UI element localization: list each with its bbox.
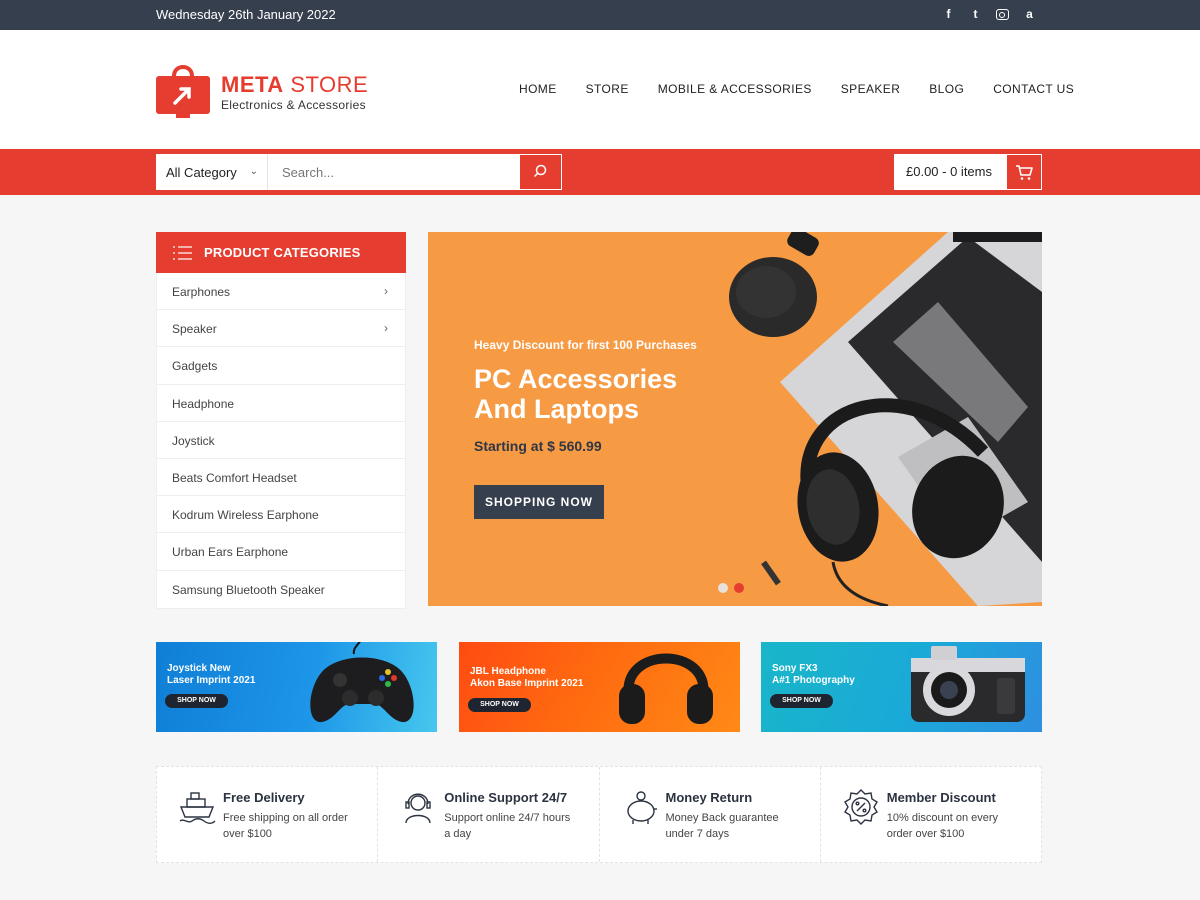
youtube-icon[interactable]: a bbox=[1023, 7, 1036, 21]
feature-online-support: Online Support 24/7 Support online 24/7 … bbox=[378, 767, 600, 862]
feature-description: 10% discount on every order over $100 bbox=[886, 812, 999, 840]
category-item-gadgets[interactable]: Gadgets bbox=[157, 347, 405, 385]
category-item-urban-ears-earphone[interactable]: Urban Ears Earphone bbox=[157, 533, 405, 571]
category-item-earphones[interactable]: Earphones › bbox=[157, 273, 405, 311]
search-input[interactable] bbox=[268, 154, 519, 190]
chevron-right-icon: › bbox=[384, 321, 388, 336]
brand-tagline: Electronics & Accessories bbox=[221, 98, 366, 112]
promo-shop-now-button[interactable]: SHOP NOW bbox=[165, 694, 228, 708]
hero-price: Starting at $ 560.99 bbox=[474, 438, 602, 454]
promo-text: Sony FX3 A#1 Photography bbox=[772, 663, 855, 686]
feature-title: Member Discount bbox=[886, 790, 996, 805]
gamepad-icon bbox=[310, 642, 414, 723]
shopping-bag-logo-icon[interactable] bbox=[156, 60, 210, 120]
hero-kicker: Heavy Discount for first 100 Purchases bbox=[474, 338, 697, 352]
nav-mobile-accessories[interactable]: MOBILE & ACCESSORIES bbox=[658, 82, 812, 96]
feature-title: Online Support 24/7 bbox=[444, 790, 568, 805]
nav-contact-us[interactable]: CONTACT US bbox=[993, 82, 1074, 96]
category-item-beats-comfort-headset[interactable]: Beats Comfort Headset bbox=[157, 459, 405, 497]
promo-text: Joystick New Laser Imprint 2021 bbox=[167, 663, 256, 686]
category-item-kodrum-wireless-earphone[interactable]: Kodrum Wireless Earphone bbox=[157, 496, 405, 534]
discount-badge-icon bbox=[843, 789, 878, 825]
list-menu-icon bbox=[173, 246, 192, 260]
promo-text: JBL Headphone Akon Base Imprint 2021 bbox=[470, 666, 584, 689]
top-bar: Wednesday 26th January 2022 f t a bbox=[0, 0, 1200, 30]
product-categories-header: PRODUCT CATEGORIES bbox=[156, 232, 406, 273]
shopping-now-button[interactable]: SHOPPING NOW bbox=[474, 485, 604, 519]
slider-dot-2[interactable] bbox=[734, 583, 744, 593]
feature-title: Free Delivery bbox=[223, 790, 305, 805]
current-date: Wednesday 26th January 2022 bbox=[156, 7, 336, 22]
promo-banner-joystick[interactable]: Joystick New Laser Imprint 2021 SHOP NOW bbox=[156, 642, 437, 732]
nav-home[interactable]: HOME bbox=[519, 82, 557, 96]
site-header: META STORE Electronics & Accessories HOM… bbox=[0, 30, 1200, 149]
cart-icon bbox=[1016, 165, 1033, 180]
category-select-value: All Category bbox=[166, 165, 237, 180]
feature-description: Money Back guarantee under 7 days bbox=[665, 812, 779, 840]
search-bar-strip: All Category ⌄ £0.00 - 0 items bbox=[0, 149, 1200, 195]
category-item-speaker[interactable]: Speaker › bbox=[157, 310, 405, 348]
feature-money-return: Money Return Money Back guarantee under … bbox=[600, 767, 821, 862]
category-item-headphone[interactable]: Headphone bbox=[157, 385, 405, 422]
cart-button[interactable] bbox=[1006, 154, 1042, 190]
twitter-icon[interactable]: t bbox=[969, 7, 982, 21]
category-item-joystick[interactable]: Joystick bbox=[157, 422, 405, 459]
slider-dots bbox=[718, 583, 744, 593]
product-categories-panel: PRODUCT CATEGORIES Earphones › Speaker › G… bbox=[156, 232, 406, 609]
feature-member-discount: Member Discount 10% discount on every or… bbox=[821, 767, 1041, 862]
main-nav: HOME STORE MOBILE & ACCESSORIES SPEAKER … bbox=[519, 82, 1103, 96]
camera-icon bbox=[911, 646, 1025, 722]
product-categories-title: PRODUCT CATEGORIES bbox=[204, 245, 361, 260]
support-agent-icon bbox=[405, 793, 431, 824]
facebook-icon[interactable]: f bbox=[942, 7, 955, 21]
slider-dot-1[interactable] bbox=[718, 583, 728, 593]
nav-store[interactable]: STORE bbox=[586, 82, 629, 96]
hero-slider: Heavy Discount for first 100 Purchases P… bbox=[428, 232, 1042, 606]
nav-blog[interactable]: BLOG bbox=[929, 82, 964, 96]
headphone-icon bbox=[619, 653, 713, 724]
social-links: f t a bbox=[942, 7, 1036, 21]
feature-title: Money Return bbox=[665, 790, 753, 805]
promo-shop-now-button[interactable]: SHOP NOW bbox=[770, 694, 833, 708]
nav-speaker[interactable]: SPEAKER bbox=[841, 82, 901, 96]
features-bar: Free Delivery Free shipping on all order… bbox=[156, 766, 1042, 863]
promo-banner-jbl-headphone[interactable]: JBL Headphone Akon Base Imprint 2021 SHOP… bbox=[459, 642, 740, 732]
chevron-right-icon: › bbox=[384, 284, 388, 298]
search-button[interactable] bbox=[519, 154, 562, 190]
piggy-bank-icon bbox=[626, 791, 657, 824]
laptop-headphone-image bbox=[729, 232, 1042, 606]
feature-free-delivery: Free Delivery Free shipping on all order… bbox=[157, 767, 379, 862]
feature-description: Support online 24/7 hours a day bbox=[444, 812, 571, 840]
category-select[interactable]: All Category ⌄ bbox=[156, 154, 268, 190]
chevron-down-icon: ⌄ bbox=[249, 166, 258, 177]
cart-widget[interactable]: £0.00 - 0 items bbox=[894, 154, 1042, 190]
feature-description: Free shipping on all order over $100 bbox=[223, 812, 348, 840]
hero-headline: PC Accessories And Laptops bbox=[474, 364, 678, 424]
promo-shop-now-button[interactable]: SHOP NOW bbox=[468, 698, 531, 712]
category-item-samsung-bluetooth-speaker[interactable]: Samsung Bluetooth Speaker bbox=[157, 571, 405, 608]
search-icon bbox=[533, 164, 547, 178]
promo-banner-sony-camera[interactable]: Sony FX3 A#1 Photography SHOP NOW bbox=[761, 642, 1042, 732]
ship-icon bbox=[179, 792, 216, 824]
instagram-icon[interactable] bbox=[996, 9, 1009, 20]
cart-summary[interactable]: £0.00 - 0 items bbox=[906, 164, 992, 179]
brand-name[interactable]: META STORE bbox=[221, 72, 368, 98]
